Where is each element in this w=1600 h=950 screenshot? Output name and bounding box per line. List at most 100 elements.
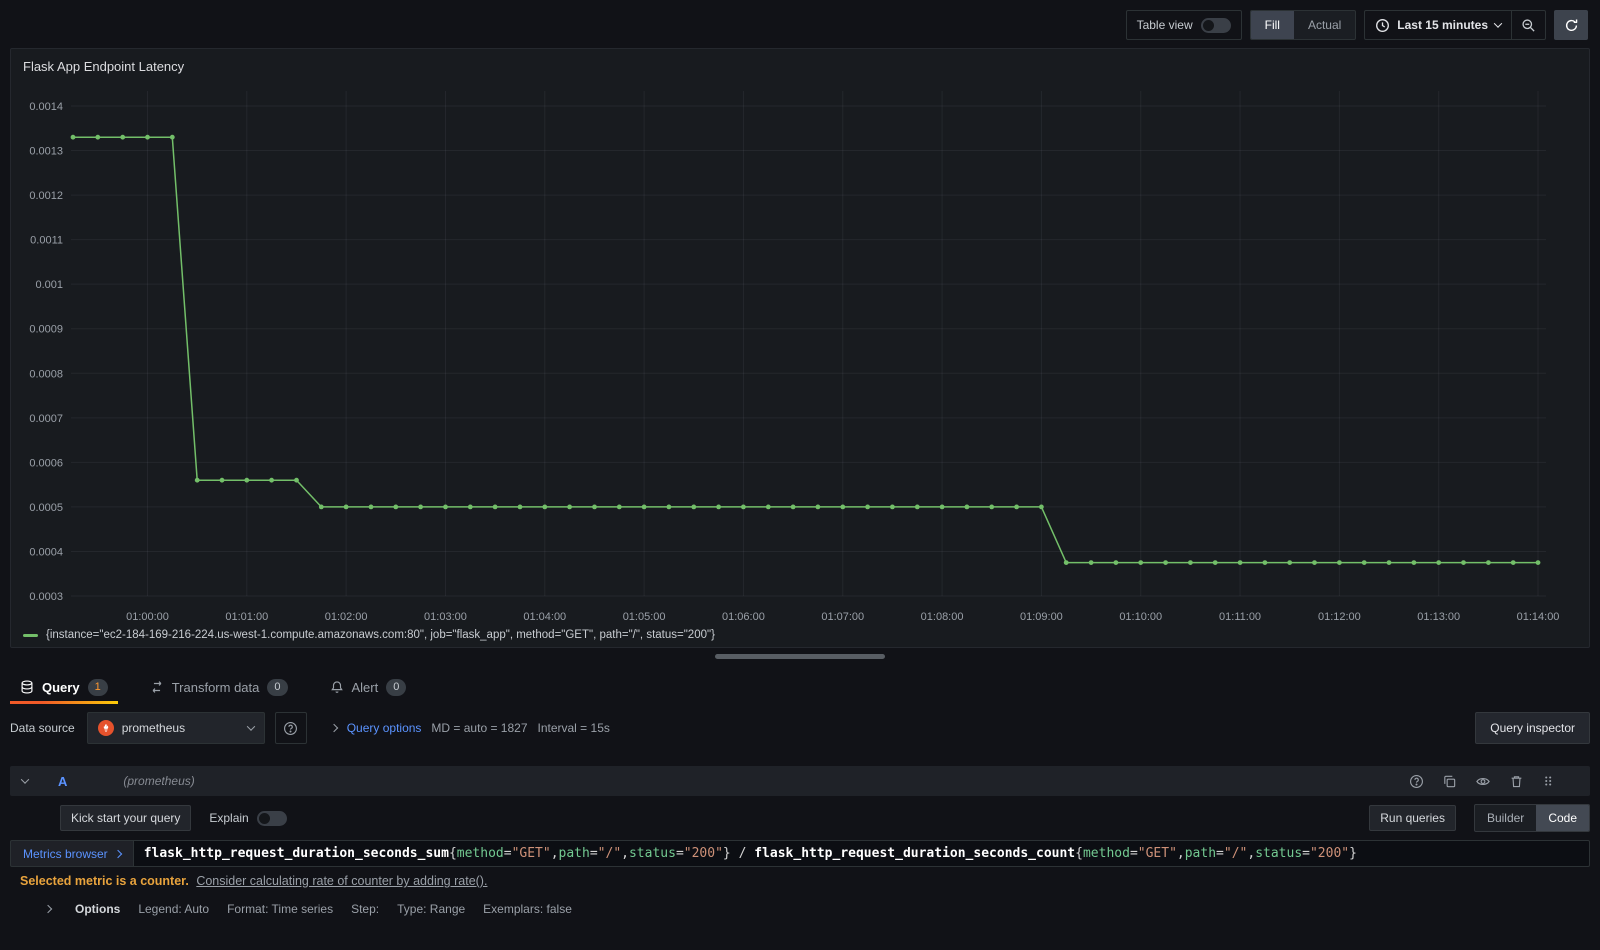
tab-query-count: 1 (87, 678, 108, 696)
svg-text:0.001: 0.001 (35, 279, 63, 291)
svg-text:01:05:00: 01:05:00 (623, 611, 666, 623)
svg-text:01:10:00: 01:10:00 (1119, 611, 1162, 623)
svg-text:0.0004: 0.0004 (29, 546, 63, 558)
latency-panel: Flask App Endpoint Latency 0.0014 0.0013 0… (10, 48, 1590, 648)
counter-warning: Selected metric is a counter. Consider c… (10, 874, 1590, 888)
fill-option[interactable]: Fill (1250, 11, 1294, 39)
panel-title: Flask App Endpoint Latency (23, 59, 185, 74)
chart-legend[interactable]: {instance="ec2-184-169-216-224.us-west-1… (23, 629, 715, 641)
svg-text:01:00:00: 01:00:00 (126, 611, 169, 623)
svg-text:0.0003: 0.0003 (29, 591, 63, 603)
tab-transform[interactable]: Transform data 0 (140, 670, 298, 704)
builder-mode-option[interactable]: Builder (1475, 805, 1536, 831)
svg-text:0.0008: 0.0008 (29, 368, 63, 380)
tab-query-label: Query (42, 679, 80, 695)
svg-text:0.0009: 0.0009 (29, 324, 63, 336)
bell-icon (330, 680, 344, 694)
query-row: A (prometheus) Kick start your query Exp… (10, 766, 1590, 916)
query-row-actions (1409, 774, 1578, 789)
duplicate-icon[interactable] (1442, 774, 1457, 789)
svg-text:01:13:00: 01:13:00 (1417, 611, 1460, 623)
zoom-out-icon (1521, 18, 1536, 33)
option-step: Step: (351, 902, 380, 916)
zoom-out-button[interactable] (1511, 11, 1545, 39)
eye-icon[interactable] (1475, 774, 1491, 789)
svg-text:0.0014: 0.0014 (29, 101, 63, 113)
svg-text:01:12:00: 01:12:00 (1318, 611, 1361, 623)
datasource-select[interactable]: prometheus (86, 712, 265, 744)
transform-icon (150, 680, 164, 694)
svg-text:0.0007: 0.0007 (29, 413, 63, 425)
query-datasource-hint: (prometheus) (123, 774, 195, 788)
metrics-browser-label: Metrics browser (23, 846, 108, 861)
actual-option[interactable]: Actual (1294, 11, 1355, 39)
query-ref-id: A (58, 773, 68, 789)
svg-text:01:02:00: 01:02:00 (325, 611, 368, 623)
tab-alert[interactable]: Alert 0 (320, 670, 417, 704)
panel-resize-handle[interactable] (715, 654, 885, 659)
query-row-header[interactable]: A (prometheus) (10, 766, 1590, 796)
svg-text:01:14:00: 01:14:00 (1517, 611, 1560, 623)
chevron-right-icon[interactable] (43, 904, 53, 914)
query-inspector-button[interactable]: Query inspector (1475, 712, 1590, 744)
options-title: Options (75, 902, 121, 916)
time-picker-group: Last 15 minutes (1364, 10, 1546, 40)
svg-text:01:07:00: 01:07:00 (821, 611, 864, 623)
time-range-button[interactable]: Last 15 minutes (1365, 11, 1511, 39)
warning-text: Selected metric is a counter. (20, 874, 189, 888)
explain-toggle[interactable] (256, 810, 287, 826)
help-icon[interactable] (1409, 774, 1424, 789)
svg-text:01:03:00: 01:03:00 (424, 611, 467, 623)
option-format: Format: Time series (227, 902, 334, 916)
query-expression-input[interactable]: flask_http_request_duration_seconds_sum{… (132, 840, 1590, 867)
toggle-knob (258, 812, 270, 824)
chevron-down-icon (246, 722, 255, 731)
svg-text:0.0005: 0.0005 (29, 502, 63, 514)
svg-text:01:08:00: 01:08:00 (921, 611, 964, 623)
datasource-name: prometheus (121, 721, 186, 735)
collapse-chevron-icon[interactable] (20, 775, 30, 784)
svg-text:0.0006: 0.0006 (29, 457, 63, 469)
run-queries-button[interactable]: Run queries (1369, 805, 1456, 831)
refresh-icon (1564, 18, 1579, 33)
explain-group: Explain (209, 810, 287, 826)
clock-icon (1375, 18, 1390, 33)
svg-text:0.0011: 0.0011 (30, 235, 63, 247)
panel-toolbar: Table view Fill Actual Last 15 minutes (1125, 10, 1588, 40)
query-options-row: Options Legend: Auto Format: Time series… (10, 902, 1590, 916)
tab-query[interactable]: Query 1 (10, 670, 118, 704)
toggle-knob (1202, 19, 1214, 31)
refresh-button[interactable] (1554, 10, 1588, 40)
warning-rate-link[interactable]: Consider calculating rate of counter by … (196, 874, 487, 888)
svg-text:01:09:00: 01:09:00 (1020, 611, 1063, 623)
datasource-label: Data source (10, 721, 75, 735)
tab-alert-label: Alert (351, 679, 379, 695)
query-toolbar: Kick start your query Explain Run querie… (10, 804, 1590, 832)
kick-start-button[interactable]: Kick start your query (60, 805, 192, 831)
option-exemplars: Exemplars: false (483, 902, 572, 916)
option-type: Type: Range (397, 902, 466, 916)
table-view-group: Table view (1125, 10, 1242, 40)
svg-text:0.0013: 0.0013 (29, 146, 63, 158)
trash-icon[interactable] (1509, 774, 1524, 789)
database-icon (20, 680, 34, 694)
tab-transform-count: 0 (267, 678, 288, 696)
datasource-bar: Data source prometheus Query options MD … (10, 712, 1590, 744)
table-view-toggle[interactable] (1200, 17, 1231, 33)
query-expression: flask_http_request_duration_seconds_sum{… (143, 846, 1357, 861)
fill-actual-switch: Fill Actual (1249, 10, 1357, 40)
interval-text: Interval = 15s (537, 721, 610, 735)
help-icon (283, 721, 298, 736)
latency-chart[interactable]: 0.0014 0.0013 0.0012 0.0011 0.001 0.0009 0.000… (19, 79, 1581, 633)
tab-transform-label: Transform data (171, 679, 260, 695)
option-legend: Legend: Auto (138, 902, 210, 916)
chevron-down-icon (1493, 19, 1503, 28)
explain-label: Explain (209, 811, 249, 825)
code-mode-option[interactable]: Code (1536, 805, 1589, 831)
datasource-help-button[interactable] (274, 712, 307, 744)
svg-text:01:01:00: 01:01:00 (225, 611, 268, 623)
drag-handle-icon[interactable] (1542, 774, 1554, 788)
table-view-label: Table view (1136, 18, 1193, 32)
metrics-browser-button[interactable]: Metrics browser (10, 840, 133, 867)
query-options-toggle[interactable]: Query options (347, 721, 422, 735)
